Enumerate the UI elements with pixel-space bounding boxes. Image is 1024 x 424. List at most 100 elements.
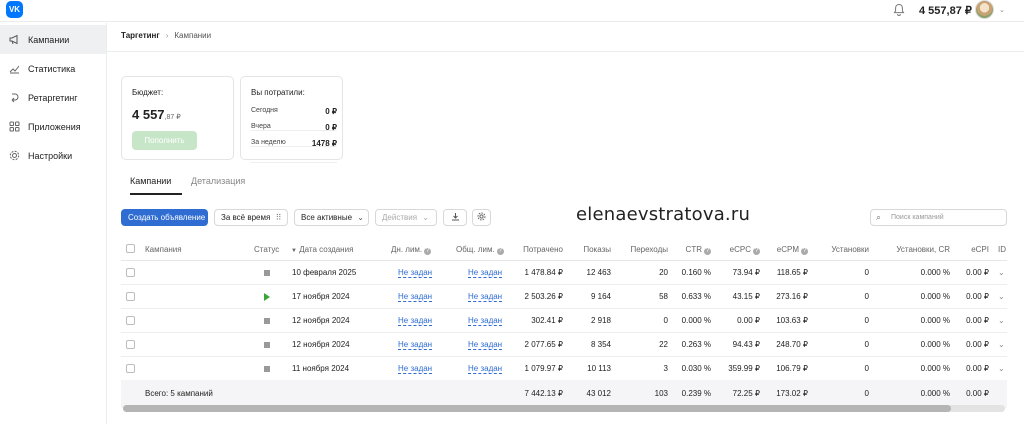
- chevron-down-icon[interactable]: ⌄: [998, 268, 1005, 277]
- cell-total-limit[interactable]: Не задан: [468, 292, 503, 302]
- cell-ecpi: 0.00 ₽: [966, 292, 989, 301]
- sidebar-item-apps[interactable]: Приложения: [0, 112, 106, 141]
- spent-label: Вы потратили:: [251, 88, 305, 97]
- cell-total-limit[interactable]: Не задан: [468, 268, 503, 278]
- col-id[interactable]: ID: [998, 245, 1006, 254]
- col-spent[interactable]: Потрачено: [511, 245, 563, 254]
- sort-down-icon: ▼: [291, 248, 297, 254]
- col-created[interactable]: ▼ Дата создания: [291, 245, 353, 254]
- cell-installs: 0: [864, 292, 869, 301]
- row-checkbox[interactable]: [126, 364, 135, 373]
- search-icon: ⌕: [876, 212, 882, 222]
- tab-active-indicator: [130, 193, 182, 195]
- actions-select[interactable]: Действия ⌄: [375, 209, 437, 226]
- col-campaign[interactable]: Кампания: [145, 245, 182, 254]
- total-impressions: 43 012: [586, 389, 611, 398]
- col-ctr[interactable]: CTR?: [673, 245, 711, 255]
- col-day-limit[interactable]: Дн. лим.?: [391, 245, 432, 255]
- cell-impressions: 9 164: [590, 292, 611, 301]
- cell-clicks: 20: [659, 268, 668, 277]
- download-icon: [451, 213, 459, 221]
- cell-day-limit[interactable]: Не задан: [398, 364, 433, 374]
- sidebar-item-statistics[interactable]: Статистика: [0, 54, 106, 83]
- tab-details[interactable]: Детализация: [191, 176, 245, 186]
- total-installs: 0: [864, 389, 869, 398]
- total-ecpc: 72.25 ₽: [732, 389, 760, 398]
- sidebar-item-label: Ретаргетинг: [28, 92, 78, 103]
- cell-impressions: 12 463: [586, 268, 611, 277]
- settings-button[interactable]: [472, 209, 491, 226]
- cell-ecpm: 273.16 ₽: [776, 292, 808, 301]
- row-checkbox[interactable]: [126, 316, 135, 325]
- cell-impressions: 10 113: [587, 364, 611, 373]
- download-button[interactable]: [443, 209, 467, 226]
- table-row[interactable]: 17 ноября 2024 Не задан Не задан 2 503.2…: [121, 285, 1007, 309]
- cell-ctr: 0.263 %: [681, 340, 711, 349]
- cell-day-limit[interactable]: Не задан: [398, 316, 433, 326]
- vk-logo-icon[interactable]: VK: [6, 1, 23, 18]
- sidebar-item-settings[interactable]: Настройки: [0, 141, 106, 170]
- cell-total-limit[interactable]: Не задан: [468, 364, 503, 374]
- cell-ecpc: 94.43 ₽: [732, 340, 760, 349]
- calendar-icon: ⠿: [275, 213, 282, 222]
- help-icon: ?: [801, 248, 808, 255]
- tab-campaigns[interactable]: Кампании: [130, 176, 171, 186]
- row-checkbox[interactable]: [126, 268, 135, 277]
- status-stopped-icon[interactable]: [264, 318, 270, 324]
- cell-ecpc: 359.99 ₽: [728, 364, 760, 373]
- cell-spent: 1 079.97 ₽: [524, 364, 563, 373]
- topup-button[interactable]: Пополнить: [132, 131, 197, 150]
- table-row[interactable]: 11 ноября 2024 Не задан Не задан 1 079.9…: [121, 357, 1007, 381]
- top-bar: VK 4 557,87 ₽ ⌄: [0, 0, 1024, 22]
- status-stopped-icon[interactable]: [264, 366, 270, 372]
- cell-day-limit[interactable]: Не задан: [398, 268, 433, 278]
- period-select[interactable]: За всё время ⠿: [214, 209, 288, 226]
- search-input[interactable]: ⌕ Поиск кампаний: [870, 209, 1007, 226]
- divider: [107, 51, 1024, 52]
- bell-icon[interactable]: [892, 3, 906, 17]
- total-clicks: 103: [654, 389, 668, 398]
- status-active-icon[interactable]: [264, 293, 270, 301]
- help-icon: ?: [753, 248, 760, 255]
- col-ecpi[interactable]: eCPI: [957, 245, 989, 254]
- chevron-down-icon[interactable]: ⌄: [998, 292, 1005, 301]
- avatar[interactable]: [975, 0, 994, 19]
- total-ecpm: 173.02 ₽: [776, 389, 808, 398]
- cell-created: 10 февраля 2025: [292, 268, 357, 277]
- col-ecpc[interactable]: eCPC?: [718, 245, 760, 255]
- total-installs-cr: 0.000 %: [920, 389, 950, 398]
- chevron-down-icon[interactable]: ⌄: [998, 364, 1005, 373]
- sidebar-item-campaigns[interactable]: Кампании: [0, 25, 106, 54]
- row-checkbox[interactable]: [126, 340, 135, 349]
- cell-total-limit[interactable]: Не задан: [468, 316, 503, 326]
- row-checkbox[interactable]: [126, 292, 135, 301]
- col-ecpm[interactable]: eCPM?: [764, 245, 808, 255]
- chevron-down-icon: ⌄: [357, 213, 364, 222]
- sidebar-item-retargeting[interactable]: Ретаргетинг: [0, 83, 106, 112]
- filter-select[interactable]: Все активные ⌄: [294, 209, 369, 226]
- chevron-down-icon[interactable]: ⌄: [998, 340, 1005, 349]
- col-total-limit[interactable]: Общ. лим.?: [456, 245, 504, 255]
- col-installs[interactable]: Установки: [811, 245, 869, 254]
- create-ad-button[interactable]: Создать объявление: [121, 209, 208, 226]
- cell-installs-cr: 0.000 %: [920, 364, 950, 373]
- chevron-down-icon[interactable]: ⌄: [999, 6, 1005, 14]
- select-all-checkbox[interactable]: [126, 244, 135, 253]
- cell-day-limit[interactable]: Не задан: [398, 292, 433, 302]
- header-balance[interactable]: 4 557,87 ₽: [919, 4, 972, 17]
- table-row[interactable]: 10 февраля 2025 Не задан Не задан 1 478.…: [121, 261, 1007, 285]
- chevron-down-icon[interactable]: ⌄: [998, 316, 1005, 325]
- col-installs-cr[interactable]: Установки, CR: [881, 245, 950, 254]
- scrollbar-thumb[interactable]: [123, 405, 951, 412]
- status-stopped-icon[interactable]: [264, 270, 270, 276]
- breadcrumb-root[interactable]: Таргетинг: [121, 31, 160, 40]
- cell-ctr: 0.160 %: [681, 268, 711, 277]
- table-row[interactable]: 12 ноября 2024 Не задан Не задан 302.41 …: [121, 309, 1007, 333]
- col-clicks[interactable]: Переходы: [616, 245, 668, 254]
- table-row[interactable]: 12 ноября 2024 Не задан Не задан 2 077.6…: [121, 333, 1007, 357]
- cell-total-limit[interactable]: Не задан: [468, 340, 503, 350]
- status-stopped-icon[interactable]: [264, 342, 270, 348]
- cell-day-limit[interactable]: Не задан: [398, 340, 433, 350]
- col-status[interactable]: Статус: [254, 245, 279, 254]
- col-impressions[interactable]: Показы: [569, 245, 611, 254]
